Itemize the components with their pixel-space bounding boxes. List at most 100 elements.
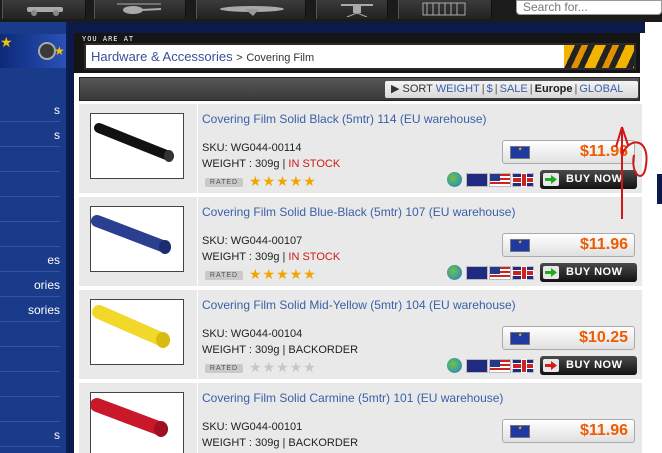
sidebar-item[interactable] — [0, 223, 60, 247]
product-sku: SKU: WG044-00107 — [202, 235, 303, 247]
product-sku: SKU: WG044-00104 — [202, 328, 303, 340]
sidebar-item[interactable]: es — [0, 248, 60, 272]
usa-flag-icon[interactable] — [489, 358, 512, 373]
uk-flag-icon[interactable] — [512, 172, 535, 187]
rated-badge: RATED — [205, 364, 243, 373]
breadcrumb-link-hardware[interactable]: Hardware & Accessories — [91, 49, 233, 64]
sort-options: ▶ SORT WEIGHT | $ | SALE | Europe | GLOBAL — [385, 81, 638, 98]
product-title-link[interactable]: Covering Film Solid Black (5mtr) 114 (EU… — [202, 112, 487, 126]
australia-flag-icon[interactable] — [466, 265, 489, 280]
warehouse-europe-link[interactable]: Europe — [535, 83, 573, 95]
category-tab-planes[interactable] — [196, 0, 306, 19]
sort-price-link[interactable]: $ — [487, 83, 493, 95]
quadcopter-icon — [341, 4, 373, 17]
uk-flag-icon[interactable] — [512, 265, 535, 280]
arrow-right-icon — [543, 359, 559, 372]
uk-flag-icon[interactable] — [512, 358, 535, 373]
sidebar-item[interactable]: s — [0, 98, 60, 122]
rating-stars: ★★★★★ — [249, 173, 317, 189]
price-box: $11.96 — [502, 233, 635, 257]
category-tab-helicopters[interactable] — [94, 0, 186, 19]
buy-now-label: BUY NOW — [566, 266, 623, 278]
stock-status: IN STOCK — [288, 251, 341, 263]
accessories-icon — [422, 2, 466, 16]
weight-value: WEIGHT : 309g | — [202, 158, 289, 170]
globe-icon[interactable] — [447, 358, 462, 374]
product-image[interactable] — [90, 206, 184, 272]
sort-separator: | — [481, 83, 485, 95]
sidebar-item[interactable] — [0, 323, 60, 347]
sort-separator: | — [574, 83, 578, 95]
product-image[interactable] — [90, 299, 184, 365]
play-icon: ▶ — [391, 83, 400, 95]
globe-icon[interactable] — [447, 265, 462, 281]
product-image[interactable] — [90, 113, 184, 179]
arrow-right-icon — [543, 266, 559, 279]
arrow-right-icon — [543, 173, 559, 186]
rating-stars: ★★★★★ — [249, 359, 317, 375]
film-roll-image — [91, 398, 168, 437]
australia-flag-icon[interactable] — [466, 172, 489, 187]
search-input[interactable]: Search for... — [516, 0, 662, 15]
buy-now-label: BUY NOW — [566, 359, 623, 371]
sort-weight-link[interactable]: WEIGHT — [436, 83, 480, 95]
sidebar-item[interactable] — [0, 373, 60, 397]
sort-bar: ▶ SORT WEIGHT | $ | SALE | Europe | GLOBAL — [79, 77, 640, 101]
product-row: Covering Film Solid Mid-Yellow (5mtr) 10… — [79, 290, 642, 380]
product-title-link[interactable]: Covering Film Solid Blue-Black (5mtr) 10… — [202, 205, 515, 219]
eu-flag-icon — [510, 423, 530, 438]
rated-badge: RATED — [205, 178, 243, 187]
top-category-nav: Search for... — [0, 0, 662, 22]
weight-value: WEIGHT : 309g | — [202, 437, 289, 449]
sort-sale-link[interactable]: SALE — [500, 83, 528, 95]
buy-now-button[interactable]: BUY NOW — [540, 356, 637, 375]
warehouse-global-link[interactable]: GLOBAL — [579, 83, 623, 95]
price-box: $11.96 — [502, 419, 635, 443]
annotation-arrow — [615, 126, 648, 219]
product-title-link[interactable]: Covering Film Solid Mid-Yellow (5mtr) 10… — [202, 298, 516, 312]
star-icon: ★ — [54, 44, 65, 58]
sidebar-item[interactable] — [0, 398, 60, 422]
sidebar-item[interactable] — [0, 348, 60, 372]
product-sku: SKU: WG044-00114 — [202, 142, 302, 154]
product-weight: WEIGHT : 309g | IN STOCK — [202, 251, 340, 263]
product-title-link[interactable]: Covering Film Solid Carmine (5mtr) 101 (… — [202, 391, 503, 405]
sidebar-item[interactable]: sories — [0, 298, 60, 322]
price-box: $10.25 — [502, 326, 635, 350]
sidebar-item[interactable] — [0, 198, 60, 222]
warehouse-flags — [447, 265, 535, 281]
sidebar-item[interactable]: s — [0, 423, 60, 447]
category-tab-cars[interactable] — [2, 0, 86, 19]
product-price: $10.25 — [579, 329, 628, 346]
sort-label: SORT — [402, 83, 433, 95]
rated-badge: RATED — [205, 271, 243, 280]
product-weight: WEIGHT : 309g | BACKORDER — [202, 344, 358, 356]
stock-status: IN STOCK — [288, 158, 341, 170]
car-icon — [27, 7, 63, 16]
category-tab-multirotors[interactable] — [316, 0, 388, 19]
rating-stars: ★★★★★ — [249, 266, 317, 282]
sidebar-item[interactable]: s — [0, 123, 60, 147]
product-row: Covering Film Solid Blue-Black (5mtr) 10… — [79, 197, 642, 287]
category-tab-accessories[interactable] — [398, 0, 492, 19]
usa-flag-icon[interactable] — [489, 172, 512, 187]
sidebar-item[interactable] — [0, 148, 60, 172]
buy-now-button[interactable]: BUY NOW — [540, 263, 637, 282]
sidebar-item[interactable] — [0, 173, 60, 197]
helicopter-icon — [117, 3, 162, 14]
site-logo[interactable]: ★ ★ — [0, 34, 66, 68]
film-roll-image — [92, 305, 170, 348]
warehouse-flags — [447, 172, 535, 188]
right-margin — [645, 22, 662, 453]
breadcrumb-current: Covering Film — [246, 52, 315, 64]
australia-flag-icon[interactable] — [466, 358, 489, 373]
product-image[interactable] — [90, 392, 184, 453]
product-price: $11.96 — [579, 236, 628, 253]
category-sidebar: ★ ★ s s es ories sories s — [0, 22, 68, 453]
usa-flag-icon[interactable] — [489, 265, 512, 280]
sidebar-item[interactable]: ories — [0, 273, 60, 297]
weight-value: WEIGHT : 309g | — [202, 344, 289, 356]
globe-icon[interactable] — [447, 172, 462, 188]
eu-flag-icon — [510, 237, 530, 252]
eu-flag-icon — [510, 330, 530, 345]
